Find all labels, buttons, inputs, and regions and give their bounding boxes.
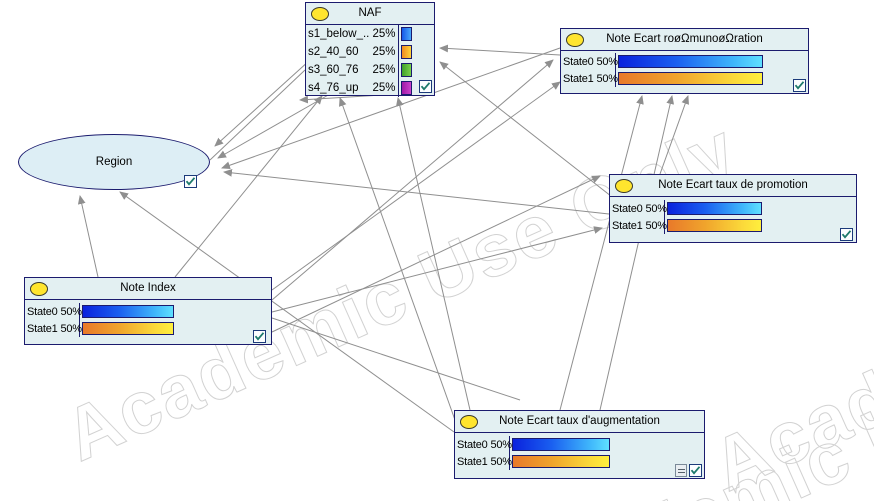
bayesian-network-canvas[interactable]: Academic Use Only Academic Use Only Acad… (0, 0, 874, 501)
check-icon (185, 177, 196, 186)
state-bar (667, 202, 762, 215)
node-promotion-title: Note Ecart taux de promotion (658, 178, 808, 191)
state-bar-cell (80, 320, 271, 337)
node-augmentation-title: Note Ecart taux d'augmentation (499, 414, 660, 427)
state-bar-cell (665, 200, 856, 217)
node-naf-title: NAF (358, 6, 382, 19)
state-bar (82, 305, 174, 318)
state-bar (512, 438, 610, 451)
node-region-label: Region (95, 156, 133, 168)
check-icon (841, 230, 852, 239)
naf-row-bar (400, 81, 412, 95)
state-bar (512, 455, 610, 468)
state-row[interactable]: State0 50% (610, 200, 856, 217)
naf-row[interactable]: s2_40_60 25% (306, 43, 434, 61)
node-remuneration-title: Note Ecart roøΩmunoøΩration (606, 32, 763, 45)
naf-row-value: 25% (372, 46, 396, 58)
node-promotion-header: Note Ecart taux de promotion (610, 175, 856, 197)
state-bar (667, 219, 762, 232)
mini-line (678, 472, 685, 473)
node-region[interactable]: Region (18, 134, 210, 190)
check-icon (794, 81, 805, 90)
state-row[interactable]: State0 50% (25, 303, 271, 320)
node-augmentation-header: Note Ecart taux d'augmentation (455, 411, 704, 433)
node-remuneration-body: State0 50% State1 50% (561, 51, 808, 93)
naf-row-label: s1_below_... (308, 28, 370, 40)
naf-row-text: s1_below_... 25% (306, 25, 398, 43)
node-note-ecart-taux-promotion[interactable]: Note Ecart taux de promotion State0 50% … (609, 174, 857, 243)
naf-row[interactable]: s3_60_76 25% (306, 61, 434, 79)
state-bar-cell (510, 436, 704, 453)
yellow-bulb-icon (460, 415, 478, 429)
naf-row-text: s3_60_76 25% (306, 61, 398, 79)
naf-row-bar-cell (397, 25, 434, 43)
node-remuneration-header: Note Ecart roøΩmunoøΩration (561, 29, 808, 51)
state-label: State0 50% (561, 53, 618, 70)
naf-row[interactable]: s1_below_... 25% (306, 25, 434, 43)
check-icon (254, 332, 265, 341)
naf-checkbox[interactable] (419, 80, 432, 93)
yellow-bulb-icon (311, 7, 329, 21)
naf-row-value: 25% (372, 64, 396, 76)
state-row[interactable]: State0 50% (455, 436, 704, 453)
check-icon (690, 466, 701, 475)
state-bar (618, 72, 763, 85)
state-row[interactable]: State1 50% (561, 70, 808, 87)
state-label: State1 50% (25, 320, 82, 337)
yellow-bulb-icon (566, 33, 584, 47)
note-index-checkbox[interactable] (253, 330, 266, 343)
naf-row-bar-cell (397, 43, 434, 61)
state-bar (618, 55, 763, 68)
node-note-index-body: State0 50% State1 50% (25, 300, 271, 344)
node-note-index-header: Note Index (25, 278, 271, 300)
node-note-ecart-remuneration[interactable]: Note Ecart roøΩmunoøΩration State0 50% S… (560, 28, 809, 94)
naf-row-bar (400, 63, 412, 77)
region-checkbox[interactable] (184, 175, 197, 188)
state-bar-cell (665, 217, 856, 234)
state-label: State1 50% (561, 70, 618, 87)
node-naf-body: s1_below_... 25% s2_40_60 25% s3_60_76 2… (306, 25, 434, 97)
mini-line (678, 469, 685, 470)
naf-row-text: s4_76_up 25% (306, 79, 398, 97)
naf-row-label: s4_76_up (308, 82, 359, 94)
yellow-bulb-icon (30, 282, 48, 296)
naf-row-bar-cell (397, 61, 434, 79)
state-bar (82, 322, 174, 335)
naf-row-bar (400, 45, 412, 59)
naf-row-label: s2_40_60 (308, 46, 359, 58)
node-note-ecart-taux-augmentation[interactable]: Note Ecart taux d'augmentation State0 50… (454, 410, 705, 479)
check-icon (420, 82, 431, 91)
node-promotion-body: State0 50% State1 50% (610, 197, 856, 242)
node-note-index[interactable]: Note Index State0 50% State1 50% (24, 277, 272, 345)
naf-row[interactable]: s4_76_up 25% (306, 79, 434, 97)
state-row[interactable]: State1 50% (610, 217, 856, 234)
state-row[interactable]: State1 50% (455, 453, 704, 470)
state-bar-cell (80, 303, 271, 320)
node-naf-header: NAF (306, 3, 434, 25)
node-naf[interactable]: NAF s1_below_... 25% s2_40_60 25% s3_60_… (305, 2, 435, 97)
naf-row-value: 25% (372, 82, 396, 94)
promotion-checkbox[interactable] (840, 228, 853, 241)
naf-row-value: 25% (372, 28, 396, 40)
augmentation-checkbox[interactable] (689, 464, 702, 477)
state-row[interactable]: State1 50% (25, 320, 271, 337)
node-note-index-title: Note Index (120, 281, 176, 294)
state-label: State0 50% (25, 303, 82, 320)
yellow-bulb-icon (615, 179, 633, 193)
state-label: State0 50% (610, 200, 667, 217)
state-row[interactable]: State0 50% (561, 53, 808, 70)
state-label: State0 50% (455, 436, 512, 453)
node-augmentation-body: State0 50% State1 50% (455, 433, 704, 478)
naf-row-bar (400, 27, 412, 41)
naf-row-label: s3_60_76 (308, 64, 359, 76)
state-label: State1 50% (455, 453, 512, 470)
node-resize-handle-icon[interactable] (675, 464, 687, 477)
naf-row-text: s2_40_60 25% (306, 43, 398, 61)
remuneration-checkbox[interactable] (793, 79, 806, 92)
state-bar-cell (616, 70, 808, 87)
state-bar-cell (616, 53, 808, 70)
state-label: State1 50% (610, 217, 667, 234)
